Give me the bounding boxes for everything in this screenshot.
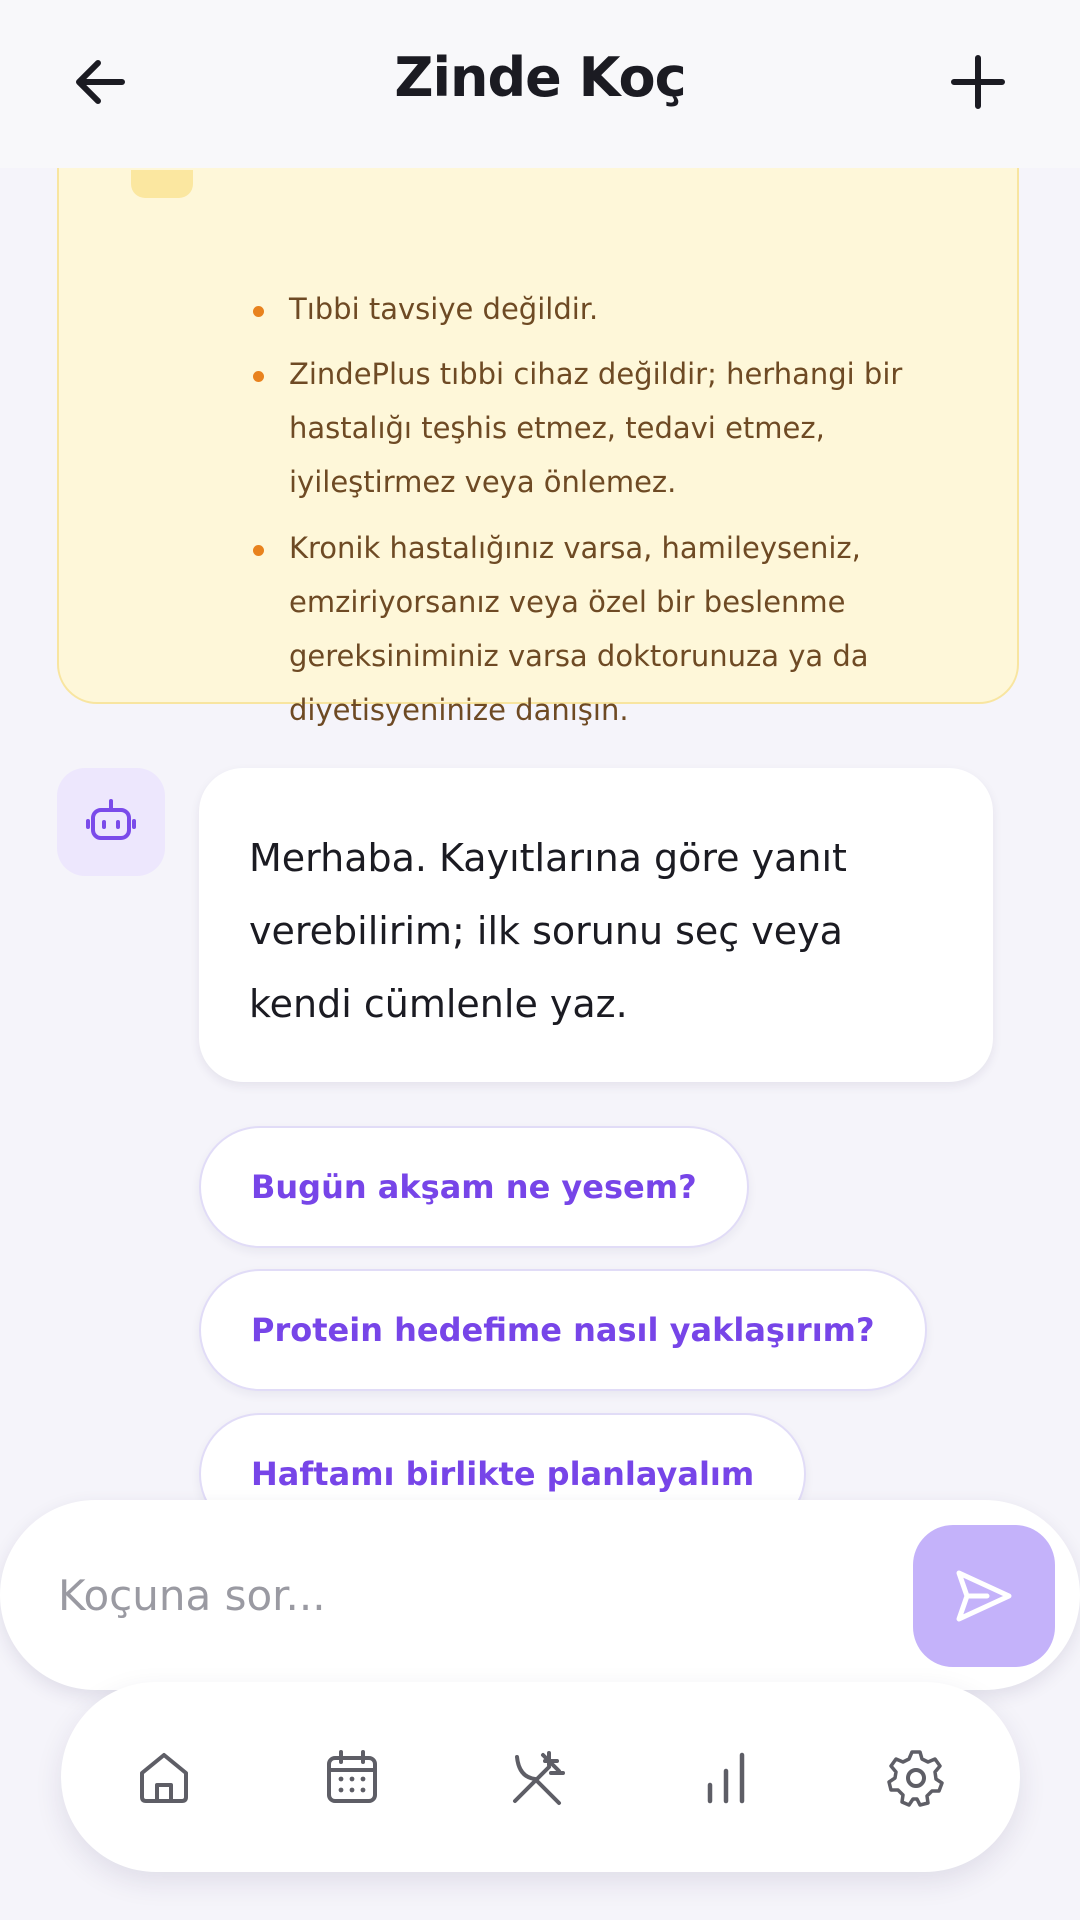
disclaimer-card: Tıbbi tavsiye değildir. ZindePlus tıbbi … [57,168,1019,727]
stats-icon [707,1752,745,1804]
disclaimer-badge [131,170,193,198]
fork-knife-icon [513,1751,565,1805]
disclaimer-item: Kronik hastalığınız varsa, hamileyseniz,… [253,521,957,737]
app-header: Zinde Koç [0,0,1080,168]
calendar-icon [327,1750,377,1803]
settings-icon [887,1750,944,1807]
message-input[interactable] [58,1545,858,1645]
chat-scroll-area[interactable]: Tıbbi tavsiye değildir. ZindePlus tıbbi … [0,168,1080,1508]
disclaimer-item: Tıbbi tavsiye değildir. [253,282,957,336]
nav-meals[interactable] [509,1747,569,1807]
nav-calendar[interactable] [322,1747,382,1807]
nav-stats[interactable] [696,1747,756,1807]
bottom-nav [61,1682,1020,1872]
suggestion-chip[interactable]: Protein hedefime nasıl yaklaşırım? [199,1269,927,1391]
nav-settings[interactable] [886,1747,946,1807]
suggestion-chip[interactable]: Bugün akşam ne yesem? [199,1126,749,1248]
home-icon [140,1753,188,1803]
robot-icon [86,799,136,840]
send-button[interactable] [913,1525,1055,1667]
new-chat-button[interactable] [946,50,1010,114]
bot-avatar [57,768,165,876]
bot-message: Merhaba. Kayıtlarına göre yanıt verebili… [199,768,993,1082]
disclaimer-item: ZindePlus tıbbi cihaz değildir; herhangi… [253,347,957,509]
plus-icon [951,55,1005,109]
send-icon [956,1570,1012,1622]
message-composer [0,1500,1080,1690]
nav-home[interactable] [134,1747,194,1807]
suggestion-chip[interactable]: Haftamı birlikte planlayalım [199,1413,807,1508]
page-title: Zinde Koç [394,46,686,109]
